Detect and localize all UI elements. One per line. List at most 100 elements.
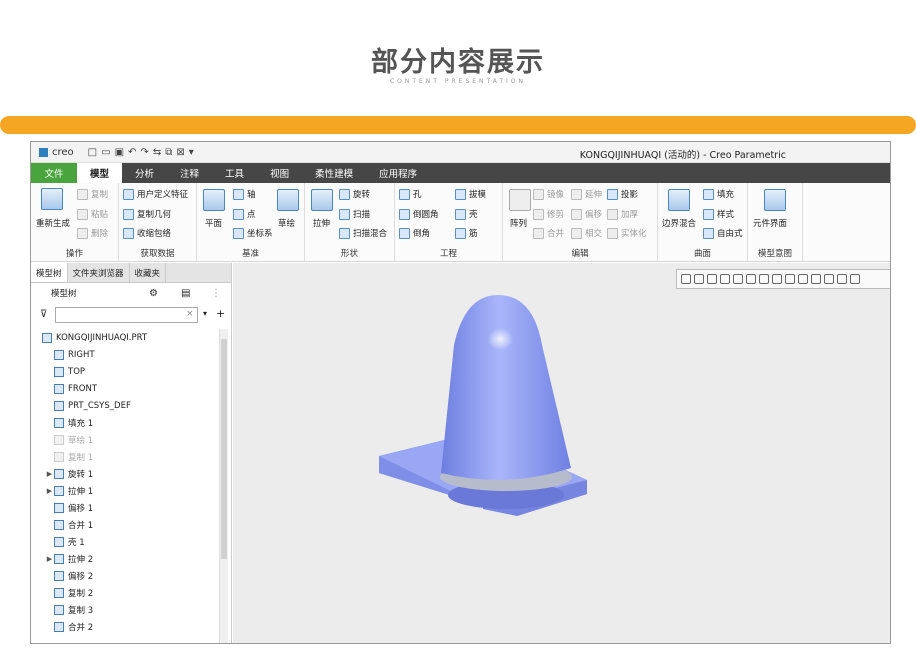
component-interface-icon[interactable] [764, 189, 786, 211]
new-icon[interactable]: □ [88, 147, 97, 158]
datum-axes-icon[interactable] [811, 274, 821, 284]
boundary-blend-icon[interactable] [668, 189, 690, 211]
tree-item[interactable]: 合并 2 [31, 618, 219, 635]
tree-item[interactable]: ▶ 旋转 1 [31, 465, 219, 482]
tree-item[interactable]: 填充 1 [31, 414, 219, 431]
expand-icon[interactable]: ▶ [45, 555, 54, 563]
tree-item[interactable]: 复制 1 [31, 448, 219, 465]
tree-item[interactable]: PRT_CSYS_DEF [31, 397, 219, 414]
tab-annotate[interactable]: 注释 [167, 163, 212, 183]
offset-button[interactable]: 偏移 [571, 208, 602, 220]
mirror-button[interactable]: 镜像 [533, 188, 564, 200]
expand-icon[interactable]: ▶ [45, 470, 54, 478]
repaint-icon[interactable] [720, 274, 730, 284]
tree-item[interactable]: ▶ 拉伸 2 [31, 550, 219, 567]
show-icon[interactable]: ▤ [181, 288, 190, 299]
tree-columns-icon[interactable]: ⋮ [211, 288, 221, 299]
open-icon[interactable]: ▭ [101, 147, 110, 158]
csys-display-icon[interactable] [837, 274, 847, 284]
intersect-button[interactable]: 相交 [571, 227, 602, 239]
tree-item[interactable]: 偏移 2 [31, 567, 219, 584]
perspective-icon[interactable] [772, 274, 782, 284]
undo-icon[interactable]: ↶ [128, 147, 136, 158]
plane-button[interactable]: 平面 [205, 217, 222, 229]
display-style-icon[interactable] [785, 274, 795, 284]
udf-button[interactable]: 用户定义特征 [123, 188, 188, 200]
search-input[interactable] [55, 307, 198, 323]
plane-icon[interactable] [203, 189, 225, 211]
tab-model-tree[interactable]: 模型树 [31, 263, 68, 282]
draft-button[interactable]: 拔模 [455, 188, 486, 200]
expand-icon[interactable]: ▶ [45, 487, 54, 495]
tree-item[interactable]: KONGQIJINHUAQI.PRT [31, 329, 219, 346]
fill-button[interactable]: 填充 [703, 188, 734, 200]
tree-item[interactable]: ▶ 拉伸 1 [31, 482, 219, 499]
swept-blend-button[interactable]: 扫描混合 [339, 227, 387, 239]
zoom-in-icon[interactable] [694, 274, 704, 284]
boundary-blend-button[interactable]: 边界混合 [662, 217, 696, 229]
regenerate-icon[interactable] [41, 188, 63, 210]
csys-button[interactable]: 坐标系 [233, 227, 273, 239]
style-button[interactable]: 样式 [703, 208, 734, 220]
graphics-area[interactable] [233, 263, 890, 643]
tab-favorites[interactable]: 收藏夹 [130, 263, 167, 282]
merge-button[interactable]: 合并 [533, 227, 564, 239]
trim-button[interactable]: 修剪 [533, 208, 564, 220]
tree-item[interactable]: FRONT [31, 380, 219, 397]
copy-geometry-button[interactable]: 复制几何 [123, 208, 171, 220]
pattern-icon[interactable] [509, 189, 531, 211]
view-manager-icon[interactable] [759, 274, 769, 284]
tab-applications[interactable]: 应用程序 [366, 163, 430, 183]
datum-planes-icon[interactable] [798, 274, 808, 284]
scrollbar-thumb[interactable] [221, 339, 227, 559]
thicken-button[interactable]: 加厚 [607, 208, 638, 220]
refit-icon[interactable] [681, 274, 691, 284]
tree-item[interactable]: TOP [31, 363, 219, 380]
tab-file[interactable]: 文件 [31, 163, 77, 183]
project-button[interactable]: 投影 [607, 188, 638, 200]
sketch-button[interactable]: 草绘 [278, 217, 295, 229]
tree-scrollbar[interactable] [219, 329, 228, 643]
reorient-icon[interactable] [733, 274, 743, 284]
add-icon[interactable]: + [216, 307, 225, 320]
tree-item[interactable]: 壳 1 [31, 533, 219, 550]
tree-item[interactable]: RIGHT [31, 346, 219, 363]
settings-icon[interactable]: ⚙ [149, 288, 158, 299]
tree-item[interactable]: 偏移 1 [31, 499, 219, 516]
tree-item[interactable]: 草绘 1 [31, 431, 219, 448]
pattern-button[interactable]: 阵列 [510, 217, 527, 229]
shell-button[interactable]: 壳 [455, 208, 478, 220]
extrude-button[interactable]: 拉伸 [313, 217, 330, 229]
tab-tools[interactable]: 工具 [212, 163, 257, 183]
freestyle-button[interactable]: 自由式 [703, 227, 743, 239]
redo-icon[interactable]: ↷ [140, 147, 148, 158]
tab-analysis[interactable]: 分析 [122, 163, 167, 183]
sketch-icon[interactable] [277, 189, 299, 211]
shrinkwrap-button[interactable]: 收缩包络 [123, 227, 171, 239]
tree-item[interactable]: 复制 3 [31, 601, 219, 618]
tab-flexible-modeling[interactable]: 柔性建模 [302, 163, 366, 183]
annotations-icon[interactable] [850, 274, 860, 284]
tab-model[interactable]: 模型 [77, 163, 123, 183]
close-window-icon[interactable]: ⊠ [176, 147, 184, 158]
copy-button[interactable]: 复制 [77, 188, 108, 200]
solidify-button[interactable]: 实体化 [607, 227, 647, 239]
saved-views-icon[interactable] [746, 274, 756, 284]
sweep-button[interactable]: 扫描 [339, 208, 370, 220]
save-icon[interactable]: ▣ [115, 147, 124, 158]
rib-button[interactable]: 筋 [455, 227, 478, 239]
tree-item[interactable]: 复制 2 [31, 584, 219, 601]
filter-icon[interactable]: ⊽ [40, 309, 47, 320]
revolve-button[interactable]: 旋转 [339, 188, 370, 200]
regenerate-icon[interactable]: ⇆ [153, 147, 161, 158]
datum-points-icon[interactable] [824, 274, 834, 284]
zoom-out-icon[interactable] [707, 274, 717, 284]
extend-button[interactable]: 延伸 [571, 188, 602, 200]
hole-button[interactable]: 孔 [399, 188, 422, 200]
round-button[interactable]: 倒圆角 [399, 208, 439, 220]
tab-folder-browser[interactable]: 文件夹浏览器 [68, 263, 130, 282]
chevron-down-icon[interactable]: ▾ [203, 309, 207, 318]
extrude-icon[interactable] [311, 189, 333, 211]
window-icon[interactable]: ⧉ [165, 147, 172, 158]
clear-icon[interactable]: × [186, 309, 194, 319]
